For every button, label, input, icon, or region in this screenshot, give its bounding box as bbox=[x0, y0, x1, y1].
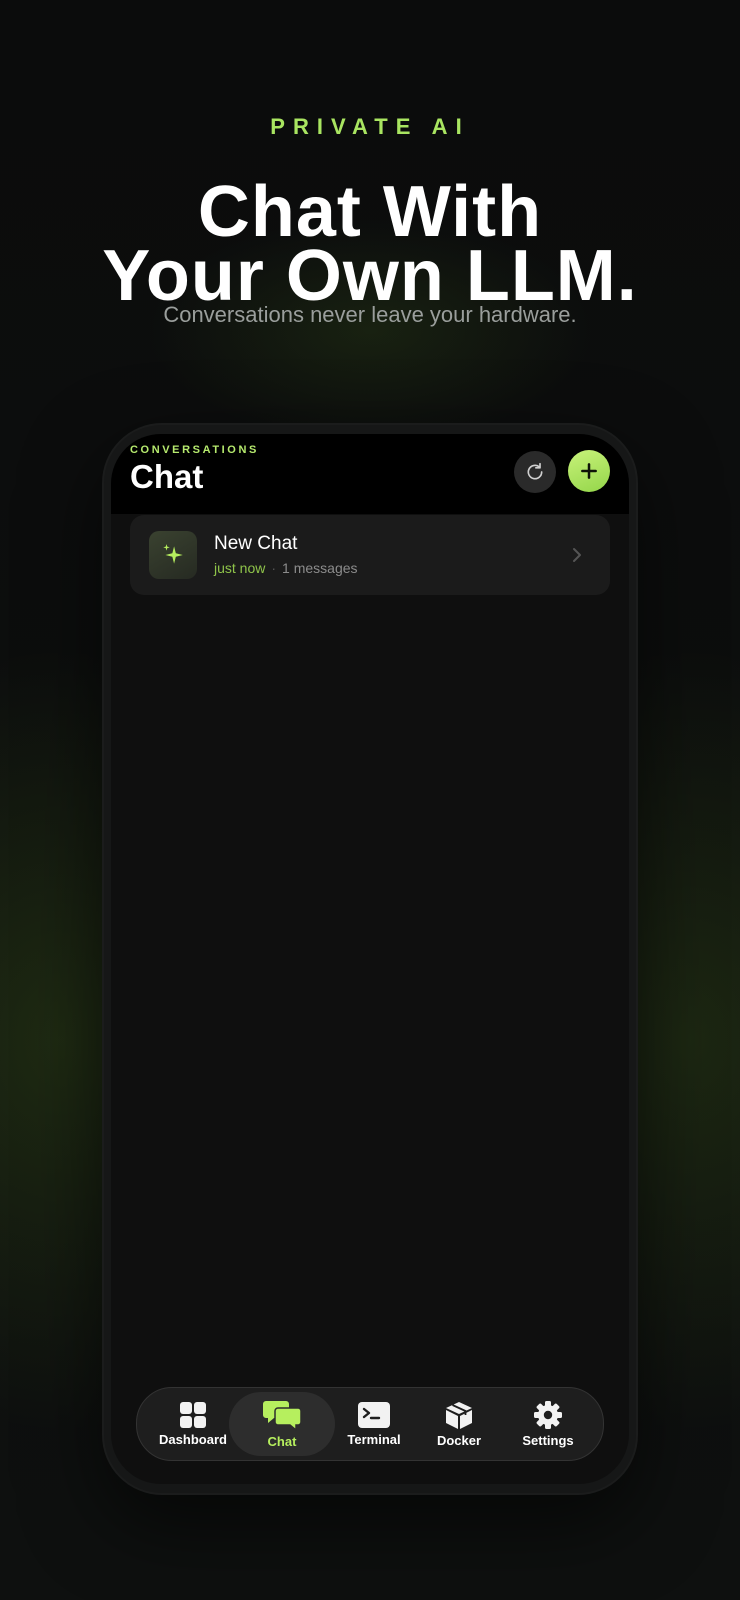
tab-docker-label: Docker bbox=[436, 1433, 482, 1448]
grid-icon bbox=[180, 1402, 206, 1428]
hero-eyebrow: PRIVATE AI bbox=[270, 114, 470, 139]
conversation-title: New Chat bbox=[214, 533, 298, 554]
gear-icon bbox=[534, 1401, 562, 1429]
tab-terminal[interactable]: Terminal bbox=[334, 1388, 414, 1460]
tab-chat-label: Chat bbox=[267, 1434, 297, 1449]
tab-settings[interactable]: Settings bbox=[505, 1388, 591, 1460]
new-chat-button[interactable] bbox=[568, 450, 610, 492]
conversation-item[interactable]: New Chat just now · 1 messages bbox=[130, 515, 610, 595]
bottom-tab-bar: Dashboard Chat Terminal Docker Settings bbox=[136, 1387, 604, 1461]
plus-icon bbox=[581, 463, 597, 479]
refresh-button[interactable] bbox=[514, 451, 556, 493]
conversation-meta: just now · 1 messages bbox=[214, 560, 358, 576]
tab-settings-label: Settings bbox=[522, 1433, 574, 1448]
tab-dashboard-label: Dashboard bbox=[159, 1432, 227, 1447]
section-label: CONVERSATIONS bbox=[130, 444, 259, 456]
sparkle-icon bbox=[163, 544, 183, 564]
tab-dashboard[interactable]: Dashboard bbox=[147, 1388, 239, 1460]
hero-subtitle: Conversations never leave your hardware. bbox=[163, 302, 577, 327]
chat-bubbles-icon bbox=[263, 1401, 302, 1431]
phone-screen: CONVERSATIONS Chat New Chat just now · 1 m… bbox=[111, 434, 629, 1484]
hero-headline: Chat With Your Own LLM. bbox=[0, 176, 740, 312]
tab-terminal-label: Terminal bbox=[347, 1432, 401, 1447]
box-icon bbox=[446, 1402, 472, 1429]
conversation-time: just now bbox=[214, 560, 266, 576]
chevron-right-icon bbox=[573, 548, 581, 562]
page-title: Chat bbox=[130, 458, 204, 495]
refresh-icon bbox=[527, 462, 543, 480]
conversation-avatar bbox=[149, 531, 197, 579]
tab-docker[interactable]: Docker bbox=[419, 1388, 499, 1460]
app-header: CONVERSATIONS Chat bbox=[111, 434, 629, 514]
tab-chat[interactable]: Chat bbox=[229, 1392, 335, 1456]
terminal-icon bbox=[358, 1402, 390, 1428]
conversation-count: 1 messages bbox=[282, 560, 358, 576]
meta-separator: · bbox=[271, 560, 277, 576]
